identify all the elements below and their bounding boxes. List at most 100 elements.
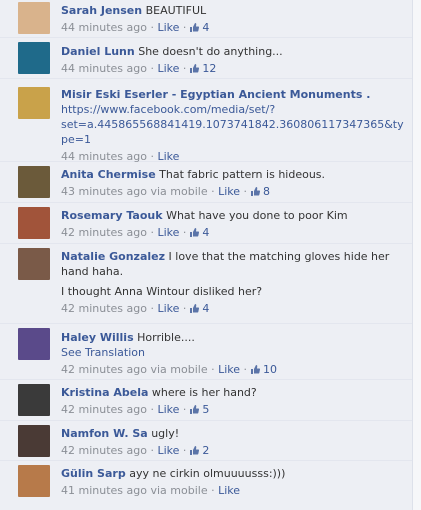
separator: ·: [182, 62, 187, 75]
like-count[interactable]: 2: [189, 444, 209, 457]
comment-item: Anita Chermise That fabric pattern is hi…: [0, 162, 412, 203]
comment-item: Kristina Abela where is her hand? 42 min…: [0, 380, 412, 421]
comment-text: ayy ne cirkin olmuuuusss:))): [129, 467, 286, 480]
comment-link[interactable]: https://www.facebook.com/media/set/? set…: [61, 102, 406, 147]
separator: ·: [150, 226, 154, 239]
like-link[interactable]: Like: [157, 302, 179, 315]
like-count[interactable]: 12: [189, 62, 216, 75]
thumbs-up-icon: [250, 187, 260, 196]
comment-text: ugly!: [151, 427, 180, 440]
like-link[interactable]: Like: [157, 21, 179, 34]
avatar[interactable]: [18, 425, 50, 457]
like-count[interactable]: 4: [189, 21, 209, 34]
comment-list: Sarah Jensen BEAUTIFUL 44 minutes ago · …: [0, 0, 412, 510]
see-translation-link[interactable]: See Translation: [61, 345, 406, 360]
separator: ·: [150, 302, 154, 315]
like-link[interactable]: Like: [218, 185, 240, 198]
comment-meta: 44 minutes ago · Like · 12: [61, 61, 406, 76]
comment-text: BEAUTIFUL: [145, 4, 207, 17]
thumbs-up-icon: [189, 228, 199, 237]
thumbs-up-icon: [189, 64, 199, 73]
thumbs-up-icon: [189, 304, 199, 313]
like-count[interactable]: 8: [250, 185, 270, 198]
separator: ·: [211, 484, 215, 497]
like-count[interactable]: 4: [189, 302, 209, 315]
comment-author[interactable]: Gülin Sarp: [61, 467, 126, 480]
avatar[interactable]: [18, 207, 50, 239]
comment-item: Misir Eski Eserler - Egyptian Ancient Mo…: [0, 79, 412, 163]
avatar[interactable]: [18, 248, 50, 280]
comment-author[interactable]: Kristina Abela: [61, 386, 148, 399]
thumbs-up-icon: [189, 23, 199, 32]
comment-time[interactable]: 43 minutes ago: [61, 185, 147, 198]
comment-author[interactable]: Rosemary Taouk: [61, 209, 163, 222]
comment-item: Sarah Jensen BEAUTIFUL 44 minutes ago · …: [0, 0, 412, 38]
like-count[interactable]: 5: [189, 403, 209, 416]
separator: ·: [211, 185, 215, 198]
avatar[interactable]: [18, 384, 50, 416]
comment-time[interactable]: 42 minutes ago: [61, 302, 147, 315]
comment-time[interactable]: 44 minutes ago: [61, 62, 147, 75]
comment-author[interactable]: Anita Chermise: [61, 168, 156, 181]
comment-meta: 42 minutes ago · Like · 4: [61, 301, 406, 316]
avatar[interactable]: [18, 42, 50, 74]
separator: ·: [182, 403, 187, 416]
comment-item: Rosemary Taouk What have you done to poo…: [0, 203, 412, 244]
comment-text: Horrible....: [137, 331, 195, 344]
like-link[interactable]: Like: [218, 484, 240, 497]
avatar[interactable]: [18, 465, 50, 497]
like-link[interactable]: Like: [157, 444, 179, 457]
comment-time[interactable]: 44 minutes ago: [61, 21, 147, 34]
separator: ·: [182, 444, 187, 457]
separator: ·: [150, 21, 154, 34]
like-link[interactable]: Like: [157, 226, 179, 239]
comment-item: Haley Willis Horrible.... See Translatio…: [0, 324, 412, 380]
separator: ·: [182, 226, 187, 239]
like-link[interactable]: Like: [218, 363, 240, 376]
comment-author[interactable]: Natalie Gonzalez: [61, 250, 165, 263]
thumbs-up-icon: [250, 365, 260, 374]
separator: ·: [182, 21, 187, 34]
comment-meta: 42 minutes ago · Like · 2: [61, 443, 406, 458]
scrollbar[interactable]: [412, 0, 421, 510]
like-link[interactable]: Like: [157, 62, 179, 75]
comment-text-cont: hand haha.: [61, 265, 124, 278]
comment-author[interactable]: Haley Willis: [61, 331, 134, 344]
like-count[interactable]: 10: [250, 363, 277, 376]
comment-item: Natalie Gonzalez I love that the matchin…: [0, 244, 412, 324]
separator: ·: [211, 363, 215, 376]
avatar[interactable]: [18, 2, 50, 34]
comment-author[interactable]: Daniel Lunn: [61, 45, 135, 58]
comment-item: Daniel Lunn She doesn't do anything... 4…: [0, 38, 412, 79]
comment-text-cont: I thought Anna Wintour disliked her?: [61, 285, 263, 298]
comment-author[interactable]: Sarah Jensen: [61, 4, 142, 17]
avatar[interactable]: [18, 328, 50, 360]
separator: ·: [150, 62, 154, 75]
comment-text: That fabric pattern is hideous.: [159, 168, 326, 181]
comment-time[interactable]: 42 minutes ago: [61, 444, 147, 457]
comment-time[interactable]: 42 minutes ago: [61, 363, 147, 376]
comment-time[interactable]: 42 minutes ago: [61, 226, 147, 239]
comment-via: via mobile: [150, 185, 208, 198]
avatar[interactable]: [18, 87, 50, 119]
like-link[interactable]: Like: [157, 403, 179, 416]
comment-text: where is her hand?: [151, 386, 257, 399]
comment-item: Namfon W. Sa ugly! 42 minutes ago · Like…: [0, 421, 412, 461]
separator: ·: [150, 444, 154, 457]
comment-author[interactable]: Namfon W. Sa: [61, 427, 148, 440]
comment-text: She doesn't do anything...: [138, 45, 283, 58]
like-count[interactable]: 4: [189, 226, 209, 239]
comment-item: Gülin Sarp ayy ne cirkin olmuuuusss:))) …: [0, 461, 412, 510]
comment-via: via mobile: [150, 363, 208, 376]
comment-time[interactable]: 42 minutes ago: [61, 403, 147, 416]
comment-meta: 41 minutes ago via mobile · Like: [61, 483, 406, 498]
comment-meta: 44 minutes ago · Like · 4: [61, 20, 406, 35]
comment-meta: 42 minutes ago · Like · 5: [61, 402, 406, 417]
comment-meta: 42 minutes ago · Like · 4: [61, 225, 406, 240]
comment-text: I love that the matching gloves hide her: [168, 250, 390, 263]
separator: ·: [243, 185, 248, 198]
comment-meta: 42 minutes ago via mobile · Like · 10: [61, 362, 406, 377]
avatar[interactable]: [18, 166, 50, 198]
comment-time[interactable]: 41 minutes ago: [61, 484, 147, 497]
comment-author[interactable]: Misir Eski Eserler - Egyptian Ancient Mo…: [61, 87, 406, 102]
